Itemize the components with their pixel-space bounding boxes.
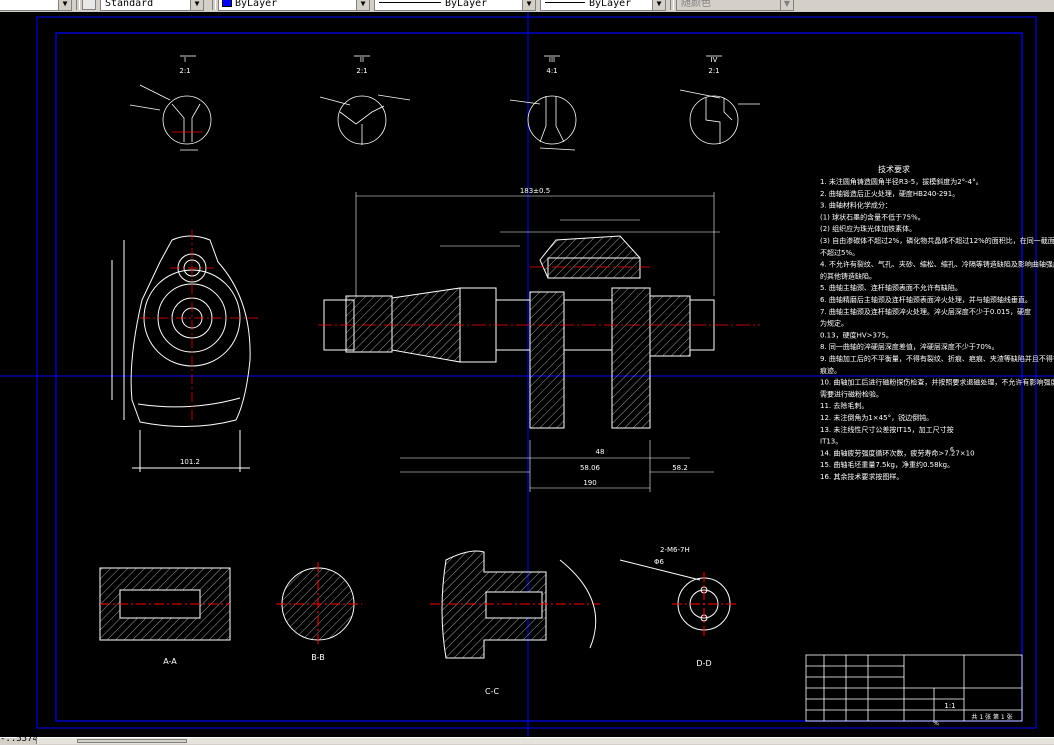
phi-callout: Φ6	[654, 558, 665, 566]
text-style-value: Standard	[105, 0, 154, 9]
tech-req-exponent: 6	[950, 446, 954, 453]
tech-req-line: 12. 未注倒角为1×45°，锐边倒钝。	[820, 413, 933, 422]
linetype-combo[interactable]: ByLayer ▼	[374, 0, 536, 11]
bottom-total-dim: 190	[583, 479, 596, 487]
tech-req-line: 6. 曲轴精磨后主轴颈及连杆轴颈表面淬火处理，并与轴颈轴线垂直。	[820, 295, 1032, 304]
tech-req-line: 1. 未注圆角铸造圆角半径R3-5，拔模斜度为2°-4°。	[820, 177, 983, 186]
detail-view-3	[509, 55, 577, 151]
tech-req-line: (3) 自由渗碳体不超过2%，磷化物共晶体不超过12%的面积比，在同一截面上	[820, 236, 1054, 245]
tech-req-line: 8. 同一曲轴的淬硬层深度差值，淬硬层深度不少于70%。	[820, 342, 998, 351]
color-combo[interactable]: ByLayer ▼	[218, 0, 370, 11]
toolbar-separator	[670, 0, 674, 10]
linetype-value: ByLayer	[445, 0, 488, 9]
section-b-label: B-B	[311, 653, 325, 662]
tech-req-line: 15. 曲轴毛坯重量7.5kg，净重约0.58kg。	[820, 460, 954, 469]
detail-view-1	[129, 55, 212, 151]
section-d-label: D-D	[696, 659, 711, 668]
detail-3-scale: 4:1	[546, 67, 557, 75]
front-width-dim: 101.2	[180, 458, 200, 466]
bottom-dim-2: 58.2	[672, 464, 688, 472]
tech-req-list: 1. 未注圆角铸造圆角半径R3-5，拔模斜度为2°-4°。 2. 曲轴锻造后正火处…	[820, 177, 1054, 481]
tech-req-line: 为规定。	[820, 319, 848, 328]
detail-2-scale: 2:1	[356, 67, 367, 75]
tech-req-line: (2) 组织应为珠光体加铁素体。	[820, 224, 916, 233]
tech-req-line: 4. 不允许有裂纹、气孔、夹砂、缩松、缩孔、冷隔等铸造缺陷及影响曲轴强度	[820, 260, 1054, 269]
plotstyle-value: 随颜色	[681, 0, 711, 9]
tech-req-line: 不超过5%。	[820, 248, 859, 257]
tech-req-line: 16. 其余技术要求按图样。	[820, 472, 903, 481]
detail-4-scale: 2:1	[708, 67, 719, 75]
end-view-centerlines	[140, 230, 260, 420]
title-block-percent: %	[933, 720, 939, 727]
tech-req-line: 3. 曲轴材料化学成分：	[820, 201, 892, 210]
section-d-d	[619, 559, 736, 636]
dropdown-arrow-icon[interactable]: ▼	[652, 0, 665, 10]
dropdown-arrow-icon[interactable]: ▼	[522, 0, 535, 10]
bottom-dim-1: 48	[596, 448, 605, 456]
title-block-scale: 1:1	[944, 702, 955, 710]
tech-req-line: 需要进行磁粉检验。	[820, 389, 883, 398]
dropdown-arrow-icon[interactable]: ▼	[356, 0, 369, 10]
toolbar-separator	[212, 0, 216, 10]
section-a-label: A-A	[163, 657, 177, 666]
tech-req-line: 11. 去除毛刺。	[820, 401, 868, 410]
detail-3-num: III	[549, 56, 555, 64]
tech-req-line: IT13。	[820, 438, 842, 446]
dropdown-arrow-icon[interactable]: ▼	[780, 0, 793, 10]
title-block	[805, 654, 1023, 722]
dimstyle-combo[interactable]: ▼	[0, 0, 72, 11]
lineweight-combo[interactable]: ByLayer ▼	[540, 0, 666, 11]
tech-req-line: 2. 曲轴锻造后正火处理，硬度HB240-291。	[820, 189, 959, 198]
color-swatch-icon	[222, 0, 232, 7]
detail-1-scale: 2:1	[179, 67, 190, 75]
thread-callout: 2-M6-7H	[660, 546, 690, 554]
title-block-sheet: 共 1 张 第 1 张	[971, 713, 1012, 721]
horizontal-scrollbar[interactable]	[36, 738, 1054, 744]
tech-req-title: 技术要求	[878, 164, 910, 174]
tech-req-line: 7. 曲轴主轴颈及连杆轴颈淬火处理。淬火层深度不少于0.015，硬度	[820, 307, 1031, 316]
end-view	[111, 235, 251, 472]
plotstyle-combo[interactable]: 随颜色 ▼	[676, 0, 794, 11]
cad-drawing[interactable]: I 2:1 II 2:1 III 4:1 IV 2:1 183±0.5 190 …	[0, 12, 1054, 737]
detail-2-num: II	[360, 56, 364, 64]
scrollbar-thumb[interactable]	[77, 739, 187, 743]
tech-req-line: 痕迹。	[820, 366, 841, 375]
drawing-canvas[interactable]: I 2:1 II 2:1 III 4:1 IV 2:1 183±0.5 190 …	[0, 12, 1054, 737]
tech-req-line: 的其他铸造缺陷。	[820, 271, 876, 280]
detail-1-num: I	[184, 56, 186, 64]
linetype-sample-icon	[379, 2, 441, 3]
tech-req-line: 9. 曲轴加工后的不平衡量，不得有裂纹、折痕、疤痕、夹渣等缺陷并且不得有夹渣	[820, 354, 1054, 363]
detail-view-4	[679, 55, 760, 145]
tech-req-line: 10. 曲轴加工后进行磁粉探伤检查，并按照要求退磁处理，不允许有影响强度的缺陷，…	[820, 378, 1054, 387]
tech-req-line: 13. 未注线性尺寸公差按IT15，加工尺寸按	[820, 425, 954, 434]
dropdown-arrow-icon[interactable]: ▼	[190, 0, 203, 10]
section-c-c	[430, 550, 600, 659]
crankshaft-main-view	[323, 235, 715, 429]
color-value: ByLayer	[235, 0, 278, 9]
lineweight-value: ByLayer	[589, 0, 632, 9]
toolbar-separator	[76, 0, 80, 10]
section-b-b	[276, 562, 362, 646]
overall-length-dim: 183±0.5	[520, 187, 550, 195]
lineweight-sample-icon	[545, 2, 585, 3]
flywheel-width-dim: 58.06	[580, 464, 601, 472]
tech-req-line: 0.13，硬度HV>375。	[820, 330, 893, 339]
text-style-icon[interactable]	[82, 0, 96, 10]
section-c-label: C-C	[485, 687, 499, 696]
text-style-combo[interactable]: Standard ▼	[100, 0, 204, 11]
tech-req-line: (1) 球状石墨的含量不低于75%。	[820, 212, 925, 221]
tech-req-line: 5. 曲轴主轴颈、连杆轴颈表面不允许有缺陷。	[820, 283, 962, 292]
section-a-a	[99, 567, 231, 641]
dropdown-arrow-icon[interactable]: ▼	[58, 0, 71, 10]
detail-4-num: IV	[711, 56, 718, 64]
